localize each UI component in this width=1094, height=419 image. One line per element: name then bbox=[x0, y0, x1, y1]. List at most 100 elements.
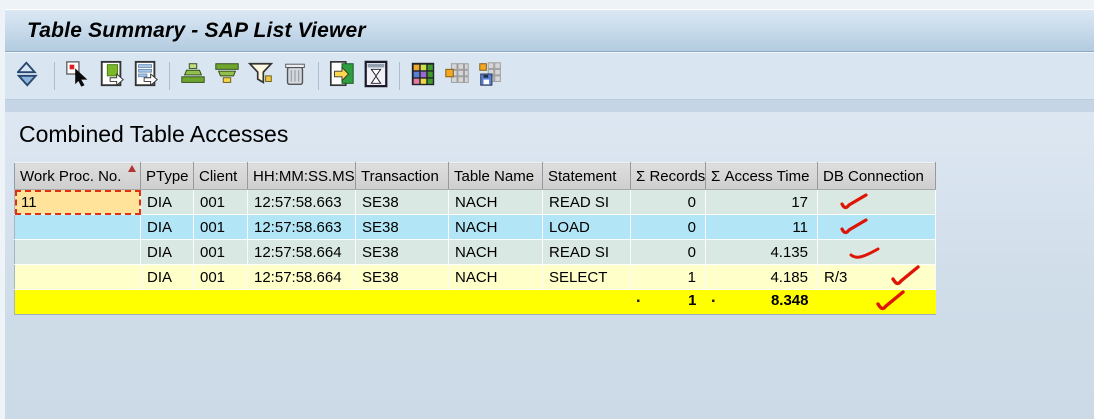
table-row: DIA 001 12:57:58.663 SE38 NACH LOAD 0 11 bbox=[14, 214, 936, 240]
db-connection-value: R/3 bbox=[824, 268, 848, 286]
records-cell[interactable]: 1 bbox=[630, 264, 706, 290]
red-checkmark-annotation bbox=[891, 265, 920, 286]
statement-cell[interactable]: LOAD bbox=[542, 214, 631, 240]
table-header-row: Work Proc. No. PType Client HH:MM:SS.MS Tran… bbox=[14, 162, 936, 190]
column-header-table-name[interactable]: Table Name bbox=[448, 162, 543, 190]
table-row: 11 DIA 001 12:57:58.663 SE38 NACH READ SI 0 17 bbox=[14, 189, 936, 215]
statement-cell[interactable]: READ SI bbox=[542, 239, 631, 265]
column-header-time[interactable]: HH:MM:SS.MS bbox=[247, 162, 356, 190]
delete-button[interactable] bbox=[278, 59, 312, 93]
column-header-records[interactable]: Σ Records bbox=[630, 162, 706, 190]
change-layout-icon bbox=[443, 60, 471, 93]
access-time-cell[interactable]: 4.185 bbox=[705, 264, 818, 290]
display-list-button[interactable] bbox=[129, 59, 163, 93]
save-layout-button[interactable] bbox=[474, 59, 508, 93]
subtotal-marker: ▪ bbox=[711, 296, 716, 307]
page-title: Table Summary - SAP List Viewer bbox=[27, 18, 366, 42]
export-button[interactable] bbox=[325, 59, 359, 93]
client-cell[interactable]: 001 bbox=[193, 214, 248, 240]
records-cell[interactable]: 0 bbox=[630, 239, 706, 265]
column-header-transaction[interactable]: Transaction bbox=[355, 162, 449, 190]
column-header-access-time[interactable]: Σ Access Time bbox=[705, 162, 818, 190]
total-access-time-cell[interactable]: ▪ 8.348 bbox=[705, 289, 818, 315]
total-records-cell[interactable]: ▪ 1 bbox=[630, 289, 706, 315]
refresh-interval-icon bbox=[362, 60, 390, 93]
db-connection-cell[interactable]: R/3 bbox=[817, 264, 936, 290]
display-document-icon bbox=[98, 60, 126, 93]
work-proc-no-cell-selected[interactable]: 11 bbox=[14, 189, 141, 215]
toolbar-group bbox=[406, 59, 508, 93]
access-time-cell[interactable]: 11 bbox=[705, 214, 818, 240]
choose-layout-button[interactable] bbox=[406, 59, 440, 93]
total-row-spacer-cell[interactable] bbox=[14, 289, 631, 315]
records-cell[interactable]: 0 bbox=[630, 214, 706, 240]
db-connection-cell[interactable] bbox=[817, 239, 936, 265]
time-cell[interactable]: 12:57:58.664 bbox=[247, 239, 356, 265]
records-cell[interactable]: 0 bbox=[630, 189, 706, 215]
access-time-cell[interactable]: 17 bbox=[705, 189, 818, 215]
client-cell[interactable]: 001 bbox=[193, 189, 248, 215]
transaction-cell[interactable]: SE38 bbox=[355, 189, 449, 215]
sort-ascending-indicator-icon bbox=[128, 165, 136, 172]
filter-button[interactable] bbox=[244, 59, 278, 93]
work-proc-no-cell[interactable] bbox=[14, 214, 141, 240]
column-header-label: Statement bbox=[548, 167, 617, 185]
display-document-button[interactable] bbox=[95, 59, 129, 93]
column-header-label: Client bbox=[199, 167, 238, 185]
sort-ascending-button[interactable] bbox=[176, 59, 210, 93]
ptype-cell[interactable]: DIA bbox=[140, 264, 194, 290]
window-top-strip bbox=[5, 0, 1094, 9]
red-checkmark-annotation bbox=[840, 218, 868, 235]
table-name-cell[interactable]: NACH bbox=[448, 189, 543, 215]
column-header-db-connection[interactable]: DB Connection bbox=[817, 162, 936, 190]
alv-toolbar bbox=[5, 52, 1094, 100]
work-proc-no-cell[interactable] bbox=[14, 239, 141, 265]
sort-triangles-icon bbox=[15, 60, 45, 93]
choose-detail-button[interactable] bbox=[61, 59, 95, 93]
transaction-cell[interactable]: SE38 bbox=[355, 264, 449, 290]
column-header-work-proc-no[interactable]: Work Proc. No. bbox=[14, 162, 141, 190]
list-heading: Combined Table Accesses bbox=[19, 121, 289, 147]
transaction-cell[interactable]: SE38 bbox=[355, 239, 449, 265]
db-connection-cell[interactable] bbox=[817, 214, 936, 240]
total-row: ▪ 1 ▪ 8.348 bbox=[14, 289, 936, 315]
column-header-client[interactable]: Client bbox=[193, 162, 248, 190]
time-cell[interactable]: 12:57:58.664 bbox=[247, 264, 356, 290]
ptype-cell[interactable]: DIA bbox=[140, 239, 194, 265]
toolbar-separator bbox=[399, 62, 400, 90]
table-name-cell[interactable]: NACH bbox=[448, 264, 543, 290]
column-header-label: HH:MM:SS.MS bbox=[253, 167, 355, 185]
change-layout-button[interactable] bbox=[440, 59, 474, 93]
db-connection-cell[interactable] bbox=[817, 189, 936, 215]
column-header-label: Work Proc. No. bbox=[20, 167, 122, 185]
transaction-cell[interactable]: SE38 bbox=[355, 214, 449, 240]
time-cell[interactable]: 12:57:58.663 bbox=[247, 189, 356, 215]
toolbar-separator bbox=[318, 62, 319, 90]
delete-icon bbox=[281, 60, 309, 93]
work-proc-no-cell[interactable] bbox=[14, 264, 141, 290]
sort-descending-button[interactable] bbox=[210, 59, 244, 93]
sort-triangles-button[interactable] bbox=[14, 59, 48, 93]
total-records-value: 1 bbox=[688, 292, 697, 309]
refresh-interval-button[interactable] bbox=[359, 59, 393, 93]
alv-table: Work Proc. No. PType Client HH:MM:SS.MS Tran… bbox=[14, 162, 936, 315]
column-header-statement[interactable]: Statement bbox=[542, 162, 631, 190]
table-name-cell[interactable]: NACH bbox=[448, 239, 543, 265]
column-header-ptype[interactable]: PType bbox=[140, 162, 194, 190]
total-db-connection-cell[interactable] bbox=[817, 289, 936, 315]
choose-detail-icon bbox=[64, 60, 92, 93]
ptype-cell[interactable]: DIA bbox=[140, 214, 194, 240]
subtotal-marker: ▪ bbox=[636, 296, 641, 307]
time-cell[interactable]: 12:57:58.663 bbox=[247, 214, 356, 240]
table-name-cell[interactable]: NACH bbox=[448, 214, 543, 240]
client-cell[interactable]: 001 bbox=[193, 239, 248, 265]
statement-cell[interactable]: READ SI bbox=[542, 189, 631, 215]
column-header-label: Transaction bbox=[361, 167, 439, 185]
column-header-label: Table Name bbox=[454, 167, 535, 185]
ptype-cell[interactable]: DIA bbox=[140, 189, 194, 215]
client-cell[interactable]: 001 bbox=[193, 264, 248, 290]
statement-cell[interactable]: SELECT bbox=[542, 264, 631, 290]
toolbar-panel-divider bbox=[5, 100, 1094, 112]
table-row: DIA 001 12:57:58.664 SE38 NACH READ SI 0 4.135 bbox=[14, 239, 936, 265]
access-time-cell[interactable]: 4.135 bbox=[705, 239, 818, 265]
